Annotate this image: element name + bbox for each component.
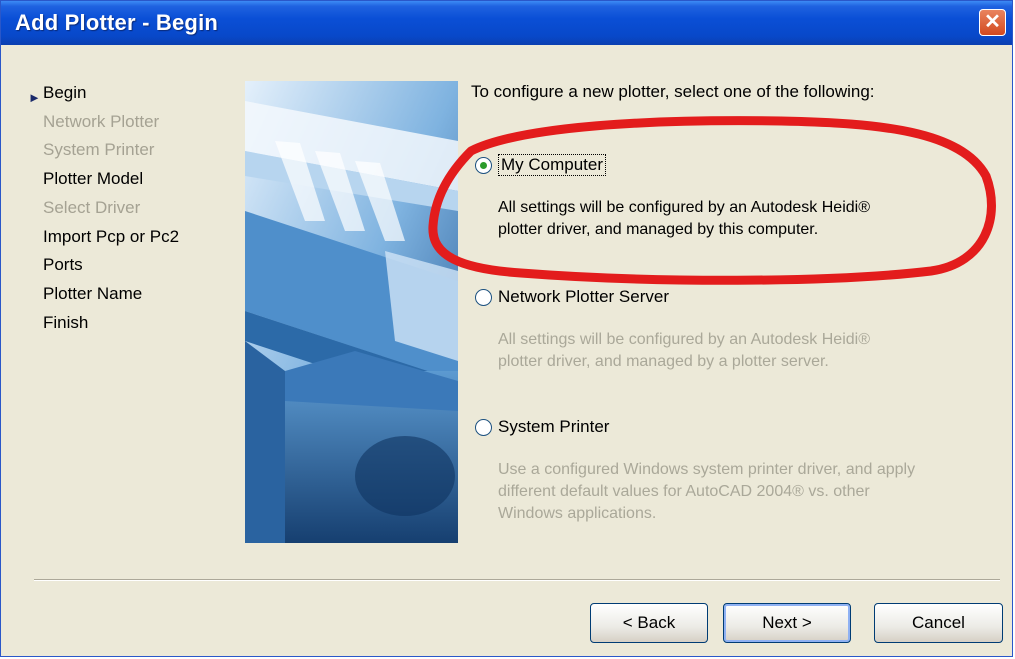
step-plotter-model: Plotter Model [43,169,144,189]
description-line: plotter driver, and managed by this comp… [498,221,819,238]
option-system-printer[interactable]: System Printer [475,417,609,437]
step-begin: Begin [29,79,179,108]
divider [34,579,1000,581]
window-title: Add Plotter - Begin [15,10,219,35]
description-line: plotter driver, and managed by a plotter… [498,353,829,370]
step-plotter-name: Plotter Name [43,283,143,303]
step-system-printer: System Printer [43,140,155,160]
next-button[interactable]: Next > [723,603,851,643]
my-computer-description: All settings will be configured by an Au… [498,197,870,241]
step-finish: Finish [43,312,89,332]
my-computer-label: My Computer [498,154,607,176]
option-my-computer[interactable]: My Computer [475,154,607,176]
system-printer-description: Use a configured Windows system printer … [498,459,915,525]
plotter-illustration [245,81,458,543]
description-line: All settings will be configured by an Au… [498,331,870,348]
close-button[interactable]: ✕ [979,9,1006,36]
step-select-driver: Select Driver [43,197,141,217]
description-line: Use a configured Windows system printer … [498,461,916,478]
add-plotter-dialog: Add Plotter - Begin ✕ Begin Network Plot… [0,0,1013,657]
intro-text: To configure a new plotter, select one o… [471,82,875,101]
my-computer-radio[interactable] [475,156,492,174]
system-printer-label: System Printer [498,417,610,436]
system-printer-radio[interactable] [475,418,492,436]
description-line: different default values for AutoCAD 200… [498,483,870,500]
step-import-pcp: Import Pcp or Pc2 [43,226,180,246]
network-plotter-server-radio[interactable] [475,288,492,306]
description-line: Windows applications. [498,505,657,522]
wizard-steps: Begin Network Plotter System Printer Plo… [29,79,179,337]
description-line: All settings will be configured by an Au… [498,199,870,216]
option-network-plotter-server[interactable]: Network Plotter Server [475,287,669,307]
network-plotter-server-description: All settings will be configured by an Au… [498,329,870,373]
title-bar[interactable]: Add Plotter - Begin ✕ [1,1,1012,45]
cancel-button[interactable]: Cancel [874,603,1003,643]
step-ports: Ports [43,255,83,275]
network-plotter-server-label: Network Plotter Server [498,287,669,306]
step-network-plotter: Network Plotter [43,111,160,131]
back-button[interactable]: < Back [590,603,708,643]
